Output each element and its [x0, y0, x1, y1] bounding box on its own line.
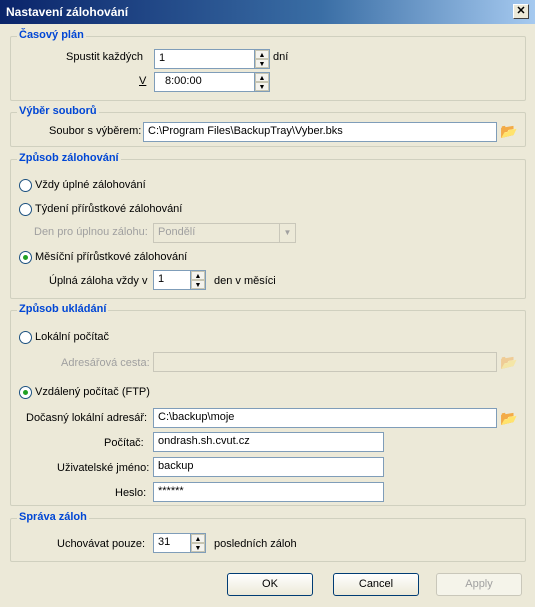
full-backup-label[interactable]: Vždy úplné zálohování: [35, 179, 146, 191]
backup-method-legend: Způsob zálohování: [17, 152, 121, 164]
remote-ftp-label[interactable]: Vzdálený počítač (FTP): [35, 386, 150, 398]
spin-up-icon[interactable]: ▲: [255, 73, 269, 82]
temp-dir-input[interactable]: C:\backup\moje: [153, 408, 497, 428]
monthly-day-spinner[interactable]: ▲ ▼: [191, 270, 206, 290]
settings-dialog: Nastavení zálohování ✕ Časový plán Spust…: [0, 0, 535, 607]
keep-count-spinner[interactable]: ▲ ▼: [191, 533, 206, 553]
time-spinner[interactable]: ▲ ▼: [255, 72, 270, 92]
folder-open-icon[interactable]: 📂: [499, 122, 519, 140]
spin-up-icon[interactable]: ▲: [255, 50, 269, 59]
monthly-backup-label[interactable]: Měsíční přírůstkové zálohování: [35, 251, 187, 263]
monthly-day-suffix: den v měsíci: [214, 275, 276, 287]
file-selection-group: Výběr souborů Soubor s výběrem: C:\Progr…: [10, 105, 526, 147]
keep-label: Uchovávat pouze:: [57, 538, 146, 550]
path-label: Adresářová cesta:: [61, 357, 150, 369]
radio-remote-ftp[interactable]: [19, 386, 32, 399]
radio-monthly-backup[interactable]: [19, 251, 32, 264]
schedule-legend: Časový plán: [17, 29, 86, 41]
password-label: Heslo:: [115, 487, 147, 499]
title-bar[interactable]: Nastavení zálohování ✕: [0, 0, 535, 24]
retention-group: Správa záloh Uchovávat pouze: 31 ▲ ▼ pos…: [10, 511, 526, 562]
folder-open-icon[interactable]: 📂: [499, 409, 519, 427]
selection-file-input[interactable]: C:\Program Files\BackupTray\Vyber.bks: [143, 122, 497, 142]
cancel-button[interactable]: Cancel: [333, 573, 419, 596]
spin-up-icon[interactable]: ▲: [191, 534, 205, 543]
path-input[interactable]: [153, 352, 497, 372]
ok-button[interactable]: OK: [227, 573, 313, 596]
full-day-value: Pondělí: [158, 226, 196, 238]
every-label: Spustit každých: [66, 51, 144, 63]
monthly-day-input[interactable]: 1: [153, 270, 191, 290]
username-input[interactable]: backup: [153, 457, 384, 477]
storage-group: Způsob ukládání Lokální počítač Adresářo…: [10, 303, 526, 506]
radio-weekly-backup[interactable]: [19, 203, 32, 216]
backup-method-group: Způsob zálohování Vždy úplné zálohování …: [10, 152, 526, 299]
temp-dir-label: Dočasný lokální adresář:: [26, 412, 148, 424]
keep-count-input[interactable]: 31: [153, 533, 191, 553]
storage-legend: Způsob ukládání: [17, 303, 109, 315]
spin-up-icon[interactable]: ▲: [191, 271, 205, 280]
spin-down-icon[interactable]: ▼: [255, 82, 269, 91]
host-input[interactable]: ondrash.sh.cvut.cz: [153, 432, 384, 452]
chevron-down-icon[interactable]: ▼: [279, 224, 295, 242]
local-computer-label[interactable]: Lokální počítač: [35, 331, 109, 343]
every-days-spinner[interactable]: ▲ ▼: [255, 49, 270, 69]
at-label: V: [139, 75, 147, 87]
full-day-label: Den pro úplnou zálohu:: [34, 226, 148, 238]
folder-open-icon[interactable]: 📂: [499, 353, 519, 371]
close-icon: ✕: [516, 5, 526, 17]
weekly-backup-label[interactable]: Týdení přírůstkové zálohování: [35, 203, 182, 215]
every-days-input[interactable]: 1: [154, 49, 255, 69]
full-day-select[interactable]: Pondělí ▼: [153, 223, 296, 243]
password-input[interactable]: ******: [153, 482, 384, 502]
spin-down-icon[interactable]: ▼: [191, 280, 205, 289]
retention-legend: Správa záloh: [17, 511, 89, 523]
radio-full-backup[interactable]: [19, 179, 32, 192]
username-label: Uživatelské jméno:: [57, 462, 150, 474]
monthly-day-label: Úplná záloha vždy v: [49, 275, 148, 287]
radio-local-computer[interactable]: [19, 331, 32, 344]
file-label: Soubor s výběrem:: [49, 125, 142, 137]
every-unit-label: dní: [273, 51, 289, 63]
keep-suffix: posledních záloh: [214, 538, 297, 550]
schedule-group: Časový plán Spustit každých 1 ▲ ▼ dní V …: [10, 29, 526, 101]
window-title: Nastavení zálohování: [6, 5, 129, 19]
host-label: Počítač:: [104, 437, 144, 449]
time-input[interactable]: 8:00:00: [154, 72, 255, 92]
spin-down-icon[interactable]: ▼: [191, 543, 205, 552]
close-button[interactable]: ✕: [513, 4, 529, 19]
apply-button[interactable]: Apply: [436, 573, 522, 596]
spin-down-icon[interactable]: ▼: [255, 59, 269, 68]
file-selection-legend: Výběr souborů: [17, 105, 99, 117]
